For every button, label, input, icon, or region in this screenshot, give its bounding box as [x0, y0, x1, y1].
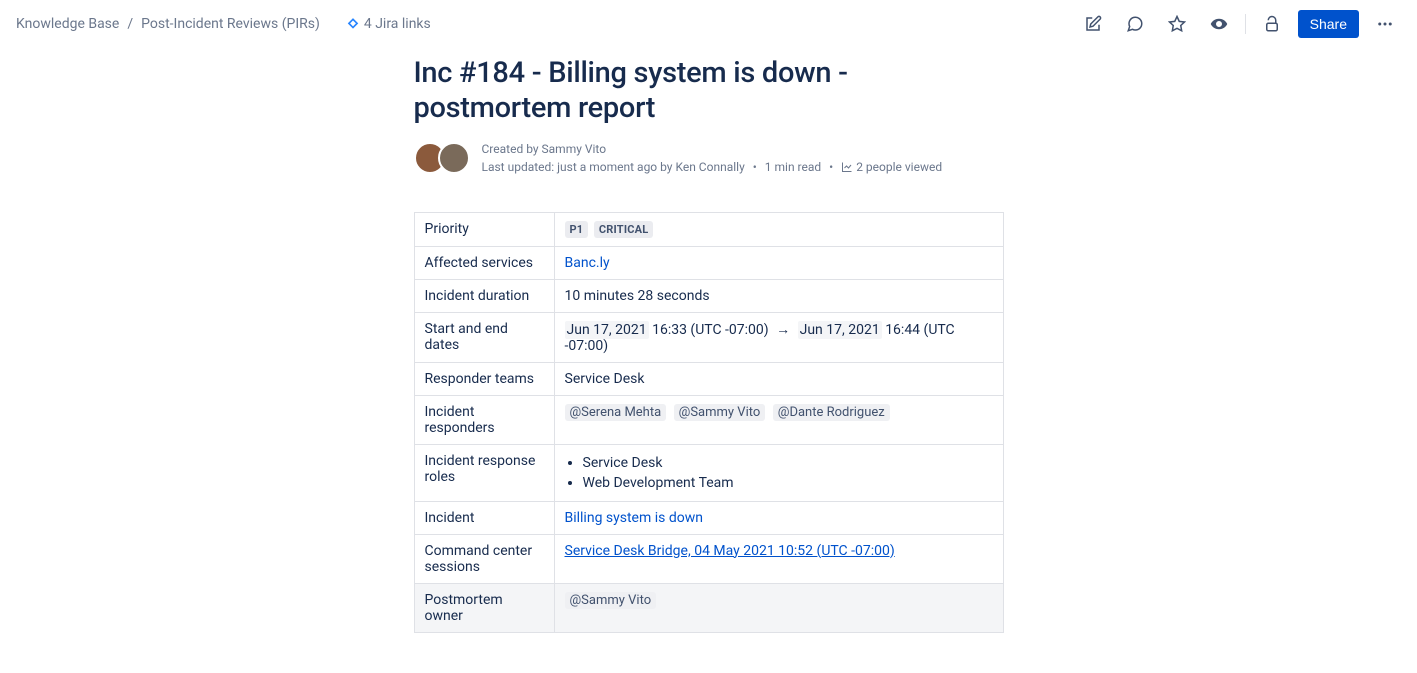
row-affected-services: Affected services Banc.ly — [414, 246, 1003, 279]
role-item: Web Development Team — [583, 473, 993, 493]
jira-links[interactable]: 4 Jira links — [346, 16, 431, 32]
label-responders: Incident responders — [414, 395, 554, 444]
label-duration: Incident duration — [414, 279, 554, 312]
byline: Created by Sammy Vito Last updated: just… — [414, 140, 1004, 176]
row-duration: Incident duration 10 minutes 28 seconds — [414, 279, 1003, 312]
watch-icon[interactable] — [1203, 8, 1235, 40]
label-dates: Start and end dates — [414, 312, 554, 362]
topbar-right: Share — [1077, 8, 1401, 40]
priority-p1-badge: P1 — [565, 221, 589, 238]
row-command-center: Command center sessions Service Desk Bri… — [414, 534, 1003, 583]
mention-owner[interactable]: @Sammy Vito — [565, 592, 657, 609]
dot-separator: • — [748, 160, 762, 174]
roles-list: Service Desk Web Development Team — [565, 453, 993, 493]
page-content: Inc #184 - Billing system is down - post… — [414, 40, 1004, 673]
incident-link[interactable]: Billing system is down — [565, 510, 703, 526]
jira-links-count: 4 Jira links — [364, 16, 431, 32]
row-incident: Incident Billing system is down — [414, 501, 1003, 534]
more-icon[interactable] — [1369, 8, 1401, 40]
value-duration: 10 minutes 28 seconds — [554, 279, 1003, 312]
jira-icon — [346, 17, 360, 31]
row-responders: Incident responders @Serena Mehta @Sammy… — [414, 395, 1003, 444]
row-priority: Priority P1 CRITICAL — [414, 212, 1003, 246]
breadcrumb-section[interactable]: Post-Incident Reviews (PIRs) — [141, 16, 320, 32]
divider — [1245, 14, 1246, 34]
row-responder-teams: Responder teams Service Desk — [414, 362, 1003, 395]
start-time: 16:33 (UTC -07:00) — [652, 322, 769, 338]
label-affected: Affected services — [414, 246, 554, 279]
incident-meta-table: Priority P1 CRITICAL Affected services B… — [414, 212, 1004, 633]
edit-icon[interactable] — [1077, 8, 1109, 40]
read-time: 1 min read — [765, 160, 821, 174]
label-cc: Command center sessions — [414, 534, 554, 583]
people-viewed: 2 people viewed — [856, 160, 942, 174]
value-responder-teams: Service Desk — [554, 362, 1003, 395]
topbar-left: Knowledge Base / Post-Incident Reviews (… — [16, 16, 431, 32]
label-responder-teams: Responder teams — [414, 362, 554, 395]
comment-icon[interactable] — [1119, 8, 1151, 40]
label-owner: Postmortem owner — [414, 583, 554, 632]
priority-critical-badge: CRITICAL — [594, 221, 654, 238]
avatar-stack[interactable] — [414, 142, 470, 174]
label-priority: Priority — [414, 212, 554, 246]
arrow-icon: → — [772, 322, 794, 338]
row-dates: Start and end dates Jun 17, 2021 16:33 (… — [414, 312, 1003, 362]
mention-serena[interactable]: @Serena Mehta — [565, 404, 667, 421]
mention-sammy[interactable]: @Sammy Vito — [674, 404, 766, 421]
dot-separator: • — [824, 160, 838, 174]
start-date: Jun 17, 2021 — [565, 321, 649, 339]
created-by: Created by Sammy Vito — [482, 142, 607, 156]
role-item: Service Desk — [583, 453, 993, 473]
analytics-icon — [841, 161, 853, 173]
share-button[interactable]: Share — [1298, 10, 1359, 38]
byline-text: Created by Sammy Vito Last updated: just… — [482, 140, 943, 176]
mention-dante[interactable]: @Dante Rodriguez — [773, 404, 890, 421]
affected-service-link[interactable]: Banc.ly — [565, 255, 610, 271]
topbar: Knowledge Base / Post-Incident Reviews (… — [0, 0, 1417, 40]
end-date: Jun 17, 2021 — [798, 321, 882, 339]
last-updated: Last updated: just a moment ago by Ken C… — [482, 160, 745, 174]
restrictions-icon[interactable] — [1256, 8, 1288, 40]
breadcrumb-root[interactable]: Knowledge Base — [16, 16, 119, 32]
row-roles: Incident response roles Service Desk Web… — [414, 444, 1003, 501]
label-roles: Incident response roles — [414, 444, 554, 501]
breadcrumb-separator: / — [125, 16, 135, 32]
label-incident: Incident — [414, 501, 554, 534]
avatar[interactable] — [438, 142, 470, 174]
star-icon[interactable] — [1161, 8, 1193, 40]
row-owner: Postmortem owner @Sammy Vito — [414, 583, 1003, 632]
page-title: Inc #184 - Billing system is down - post… — [414, 56, 1004, 126]
